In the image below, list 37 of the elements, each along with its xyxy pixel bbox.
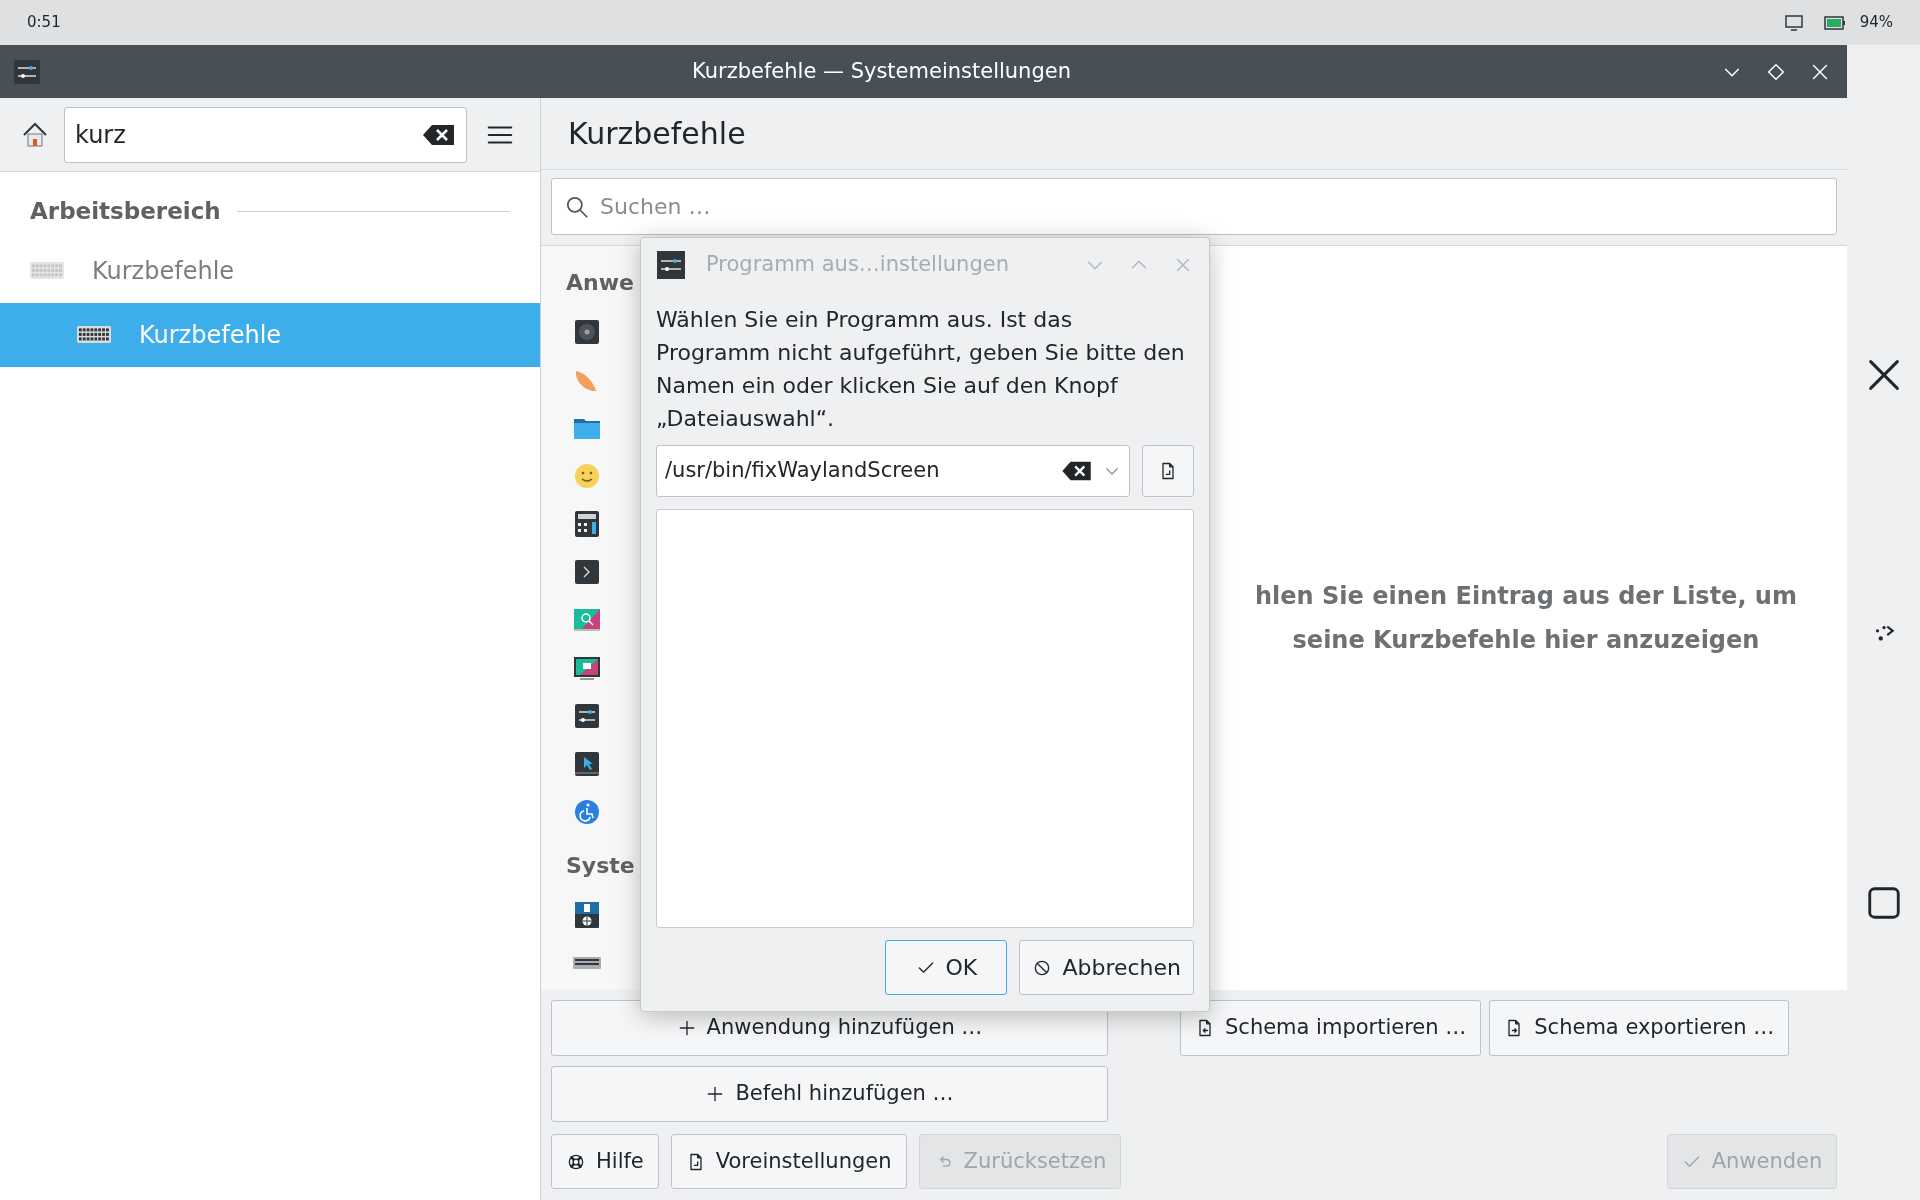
sidebar-item[interactable]: Kurzbefehle <box>0 238 540 303</box>
clock-time: 0:51 <box>27 12 61 34</box>
terminal-icon <box>572 557 602 587</box>
sliders-icon <box>572 701 602 731</box>
pointer-screen-icon <box>572 749 602 779</box>
group-heading: Syste <box>566 852 635 880</box>
battery-icon[interactable] <box>1823 15 1846 30</box>
search-input[interactable]: Suchen … <box>600 190 1824 223</box>
push-button[interactable]: Voreinstellungen <box>670 1134 907 1189</box>
window-title: Kurzbefehle — Systemeinstellungen <box>692 58 1071 83</box>
page-title: Kurzbefehle <box>568 115 746 153</box>
battery-percent: 94% <box>1859 12 1893 34</box>
empty-message: hlen Sie einen Eintrag aus der Liste, um <box>1255 581 1797 612</box>
accessibility-icon <box>572 797 602 827</box>
search-field[interactable]: kurz <box>64 106 467 163</box>
empty-message: seine Kurzbefehle hier anzuzeigen <box>1292 625 1760 656</box>
program-combo-box[interactable]: /usr/bin/fixWaylandScreen <box>656 445 1130 497</box>
dialog-button[interactable]: Abbrechen <box>1019 940 1194 995</box>
clear-icon[interactable] <box>422 122 456 147</box>
smiley-icon <box>572 461 602 491</box>
sliders-icon <box>656 249 686 280</box>
calculator-icon <box>572 509 602 539</box>
monitor-icon[interactable] <box>1783 12 1804 33</box>
clear-icon[interactable] <box>1061 460 1093 482</box>
push-button[interactable]: Hilfe <box>551 1134 659 1189</box>
globe-document-icon <box>572 900 602 930</box>
push-button[interactable]: Schema importieren … <box>1180 1000 1482 1056</box>
push-button[interactable]: Befehl hinzufügen … <box>551 1066 1108 1122</box>
group-heading: Anwe <box>566 269 634 297</box>
dialog-title: Programm aus…instellungen <box>706 250 1010 278</box>
section-heading: Arbeitsbereich <box>30 197 221 226</box>
dialog-button[interactable]: OK <box>885 940 1008 995</box>
search-field[interactable]: Suchen … <box>551 178 1837 235</box>
dialog-message: Wählen Sie ein Programm aus. Ist das Programm nicht aufgeführt, geben Sie bitte den Namen ein oder klicken Sie auf den Knopf „Dateiauswahl“. <box>656 306 1186 433</box>
push-button[interactable]: Schema exportieren … <box>1489 1000 1790 1056</box>
file-picker-button[interactable] <box>1142 445 1194 497</box>
speaker-icon <box>572 317 602 347</box>
